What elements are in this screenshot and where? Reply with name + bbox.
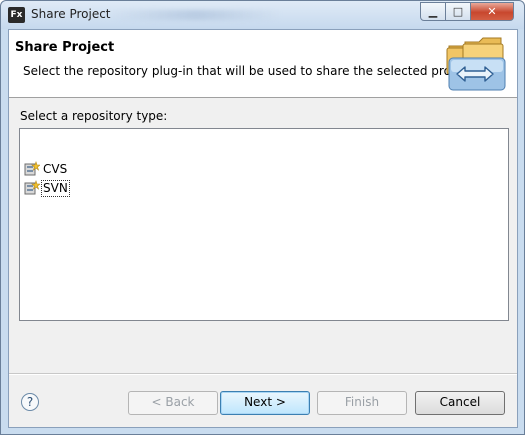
minimize-button[interactable]: ▁ (420, 2, 446, 21)
list-item-label: CVS (43, 161, 68, 176)
title-bar[interactable]: Fx Share Project ▁ □ ✕ (1, 1, 524, 29)
list-item-cvs[interactable]: CVS (24, 160, 68, 178)
dialog-body: Share Project Select the repository plug… (8, 29, 518, 428)
footer-divider (9, 373, 517, 375)
page-description: Select the repository plug-in that will … (23, 64, 477, 78)
list-item-label: SVN (41, 179, 70, 197)
wizard-header: Share Project Select the repository plug… (9, 30, 517, 98)
folder-share-icon (446, 37, 506, 91)
list-item-svn[interactable]: SVN (24, 179, 70, 197)
share-project-window: Fx Share Project ▁ □ ✕ Share Project Sel… (0, 0, 525, 435)
repository-type-list[interactable]: CVS SVN (19, 128, 509, 321)
blurred-title-region (111, 10, 281, 20)
cancel-button[interactable]: Cancel (415, 391, 505, 415)
app-icon: Fx (8, 7, 25, 23)
repository-plugin-icon (24, 180, 40, 195)
next-button[interactable]: Next > (220, 391, 310, 415)
back-button[interactable]: < Back (128, 391, 218, 415)
close-button[interactable]: ✕ (470, 2, 514, 21)
repository-type-label: Select a repository type: (20, 109, 168, 123)
repository-plugin-icon (24, 161, 40, 176)
help-icon[interactable]: ? (21, 393, 39, 411)
finish-button[interactable]: Finish (317, 391, 407, 415)
window-title: Share Project (31, 7, 111, 21)
maximize-button[interactable]: □ (445, 2, 471, 21)
page-title: Share Project (15, 40, 115, 55)
